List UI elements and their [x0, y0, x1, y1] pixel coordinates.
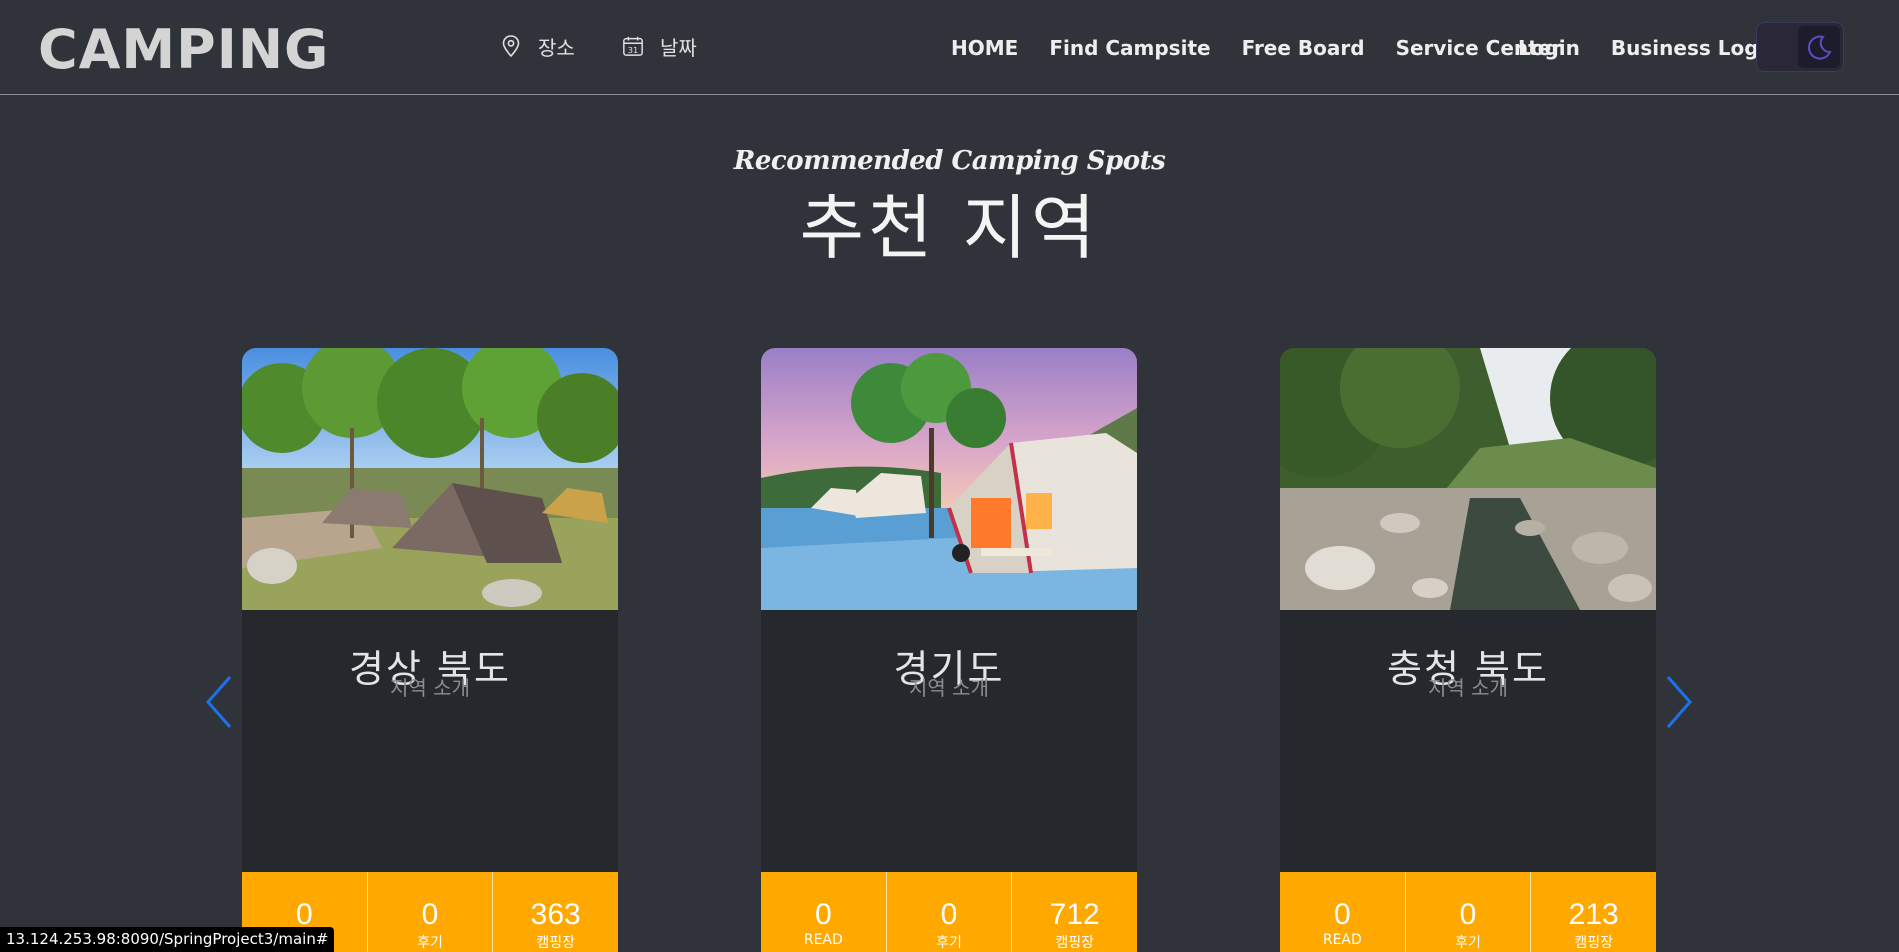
stat-campsites: 213 캠핑장 [1530, 872, 1656, 952]
theme-toggle-knob [1798, 26, 1840, 68]
stat-reviews-value: 0 [421, 898, 439, 931]
stat-campsites-value: 363 [530, 898, 581, 931]
nav-free-board[interactable]: Free Board [1242, 36, 1365, 60]
calendar-icon-day: 31 [628, 45, 639, 55]
valley-stream-photo [1280, 348, 1656, 610]
stat-reviews-label: 후기 [1455, 935, 1481, 951]
stat-reviews-value: 0 [1459, 898, 1477, 931]
glamping-photo [761, 348, 1137, 610]
moon-icon [1807, 35, 1832, 60]
map-pin-icon [502, 35, 520, 58]
stat-campsites-value: 213 [1568, 898, 1619, 931]
region-card-stats: 0 READ 0 후기 712 캠핑장 [761, 872, 1137, 952]
region-card-subtitle: 지역 소개 [390, 676, 470, 700]
region-card-image [761, 348, 1137, 610]
stat-read: 0 READ [1280, 872, 1405, 952]
stat-reviews-label: 후기 [936, 935, 962, 951]
place-search-button[interactable]: 장소 [500, 30, 575, 62]
region-card-subtitle: 지역 소개 [1428, 676, 1508, 700]
business-login-link[interactable]: Business Login [1611, 36, 1780, 60]
region-card[interactable]: 경기도 지역 소개 0 READ 0 후기 712 캠핑장 [761, 348, 1137, 952]
stat-reviews: 0 후기 [1404, 872, 1531, 952]
campsite-photo [242, 348, 618, 610]
stat-reviews-value: 0 [940, 898, 958, 931]
nav-find-campsite[interactable]: Find Campsite [1049, 36, 1210, 60]
stat-read-label: READ [803, 932, 843, 948]
stat-read-value: 0 [814, 898, 832, 931]
auth-nav: Login Business Login [1518, 36, 1780, 60]
stat-reviews: 0 후기 [885, 872, 1012, 952]
region-card-stats: 0 READ 0 후기 213 캠핑장 [1280, 872, 1656, 952]
date-search-button[interactable]: 31 날짜 [622, 30, 697, 62]
site-header: CAMPING 장소 31 날짜 HOME Find Campsite Free… [0, 0, 1899, 95]
stat-campsites: 712 캠핑장 [1011, 872, 1137, 952]
place-search-label: 장소 [538, 35, 575, 60]
region-card-subtitle: 지역 소개 [909, 676, 989, 700]
carousel-next-button[interactable] [1658, 672, 1698, 732]
chevron-left-icon [206, 676, 232, 728]
region-card-image [242, 348, 618, 610]
main-nav: HOME Find Campsite Free Board Service Ce… [951, 36, 1561, 60]
region-card[interactable]: 충청 북도 지역 소개 0 READ 0 후기 213 캠핑장 [1280, 348, 1656, 952]
calendar-icon: 31 [623, 36, 643, 56]
region-card-image [1280, 348, 1656, 610]
theme-toggle[interactable] [1756, 22, 1844, 72]
stat-reviews-label: 후기 [417, 935, 443, 951]
stat-campsites-label: 캠핑장 [1055, 935, 1094, 951]
carousel-prev-button[interactable] [200, 672, 240, 732]
chevron-right-icon [1666, 676, 1692, 728]
stat-reviews: 0 후기 [366, 872, 493, 952]
nav-home[interactable]: HOME [951, 36, 1018, 60]
stat-read-label: READ [1322, 932, 1362, 948]
region-card[interactable]: 경상 북도 지역 소개 0 READ 0 후기 363 캠핑장 [242, 348, 618, 952]
stat-read: 0 READ [761, 872, 886, 952]
stat-campsites: 363 캠핑장 [492, 872, 618, 952]
stat-campsites-value: 712 [1049, 898, 1100, 931]
login-link[interactable]: Login [1518, 36, 1580, 60]
stat-read-value: 0 [1333, 898, 1351, 931]
site-logo[interactable]: CAMPING [38, 18, 329, 81]
stat-campsites-label: 캠핑장 [536, 935, 575, 951]
status-bar-url: 13.124.253.98:8090/SpringProject3/main# [0, 927, 335, 952]
section-title: 추천 지역 [799, 187, 1100, 269]
date-search-label: 날짜 [660, 35, 697, 60]
stat-campsites-label: 캠핑장 [1574, 935, 1613, 951]
